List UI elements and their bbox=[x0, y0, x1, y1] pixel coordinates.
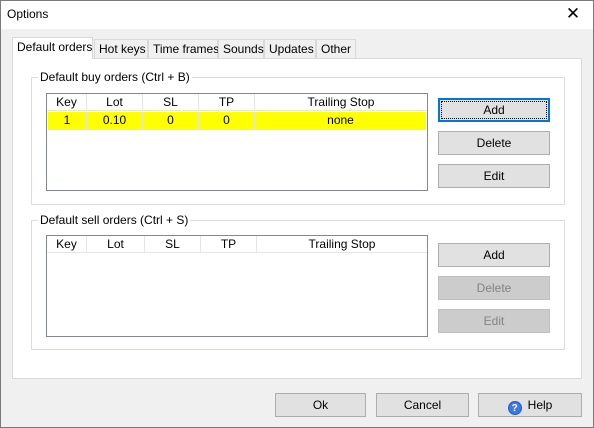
sell-list-header: Key Lot SL TP Trailing Stop bbox=[47, 236, 427, 253]
ok-button[interactable]: Ok bbox=[275, 393, 366, 417]
tab-hot-keys[interactable]: Hot keys bbox=[94, 39, 148, 58]
column-tp[interactable]: TP bbox=[199, 94, 255, 111]
column-trailing-stop[interactable]: Trailing Stop bbox=[257, 236, 427, 253]
column-sl[interactable]: SL bbox=[143, 94, 199, 111]
cell-trailing-stop: none bbox=[327, 113, 354, 127]
buy-list-header: Key Lot SL TP Trailing Stop bbox=[47, 94, 427, 111]
cell-lot: 0.10 bbox=[87, 112, 143, 130]
close-icon[interactable]: ✕ bbox=[561, 3, 585, 25]
tab-updates[interactable]: Updates bbox=[264, 39, 316, 58]
sell-orders-group: Default sell orders (Ctrl + S) Key Lot S… bbox=[31, 213, 565, 350]
title-bar: Options ✕ bbox=[1, 1, 593, 29]
sell-edit-button[interactable]: Edit bbox=[438, 309, 550, 333]
column-sl[interactable]: SL bbox=[145, 236, 201, 253]
sell-orders-list[interactable]: Key Lot SL TP Trailing Stop bbox=[46, 235, 428, 337]
help-icon: ? bbox=[507, 401, 522, 415]
cell-sl: 0 bbox=[143, 112, 199, 130]
column-key[interactable]: Key bbox=[47, 236, 87, 253]
help-button[interactable]: ? Help bbox=[478, 393, 582, 417]
cell-key: 1 bbox=[48, 112, 87, 130]
cancel-button[interactable]: Cancel bbox=[376, 393, 469, 417]
window-title: Options bbox=[7, 7, 49, 21]
buy-delete-button[interactable]: Delete bbox=[438, 131, 550, 155]
column-key[interactable]: Key bbox=[47, 94, 87, 111]
column-trailing-stop[interactable]: Trailing Stop bbox=[255, 94, 427, 111]
tab-default-orders[interactable]: Default orders bbox=[12, 37, 93, 59]
buy-edit-button[interactable]: Edit bbox=[438, 164, 550, 188]
buy-orders-group-label: Default buy orders (Ctrl + B) bbox=[38, 70, 192, 84]
tab-time-frames[interactable]: Time frames bbox=[148, 39, 219, 58]
buy-add-button[interactable]: Add bbox=[438, 98, 550, 122]
tab-panel-default-orders: Default buy orders (Ctrl + B) Key Lot SL… bbox=[12, 58, 582, 379]
help-button-label: Help bbox=[527, 398, 553, 412]
column-lot[interactable]: Lot bbox=[87, 236, 145, 253]
options-dialog: Options ✕ Default orders Hot keys Time f… bbox=[0, 0, 594, 428]
buy-orders-group: Default buy orders (Ctrl + B) Key Lot SL… bbox=[31, 70, 565, 205]
tab-sounds[interactable]: Sounds bbox=[218, 39, 264, 58]
column-lot[interactable]: Lot bbox=[87, 94, 143, 111]
sell-orders-group-label: Default sell orders (Ctrl + S) bbox=[38, 213, 191, 227]
buy-orders-list[interactable]: Key Lot SL TP Trailing Stop 1 0.10 0 0 n… bbox=[46, 93, 428, 191]
cell-tp: 0 bbox=[199, 112, 255, 130]
tab-other[interactable]: Other bbox=[316, 39, 356, 58]
sell-add-button[interactable]: Add bbox=[438, 243, 550, 267]
buy-order-row[interactable]: 1 0.10 0 0 none bbox=[48, 112, 426, 130]
sell-delete-button[interactable]: Delete bbox=[438, 276, 550, 300]
column-tp[interactable]: TP bbox=[201, 236, 257, 253]
